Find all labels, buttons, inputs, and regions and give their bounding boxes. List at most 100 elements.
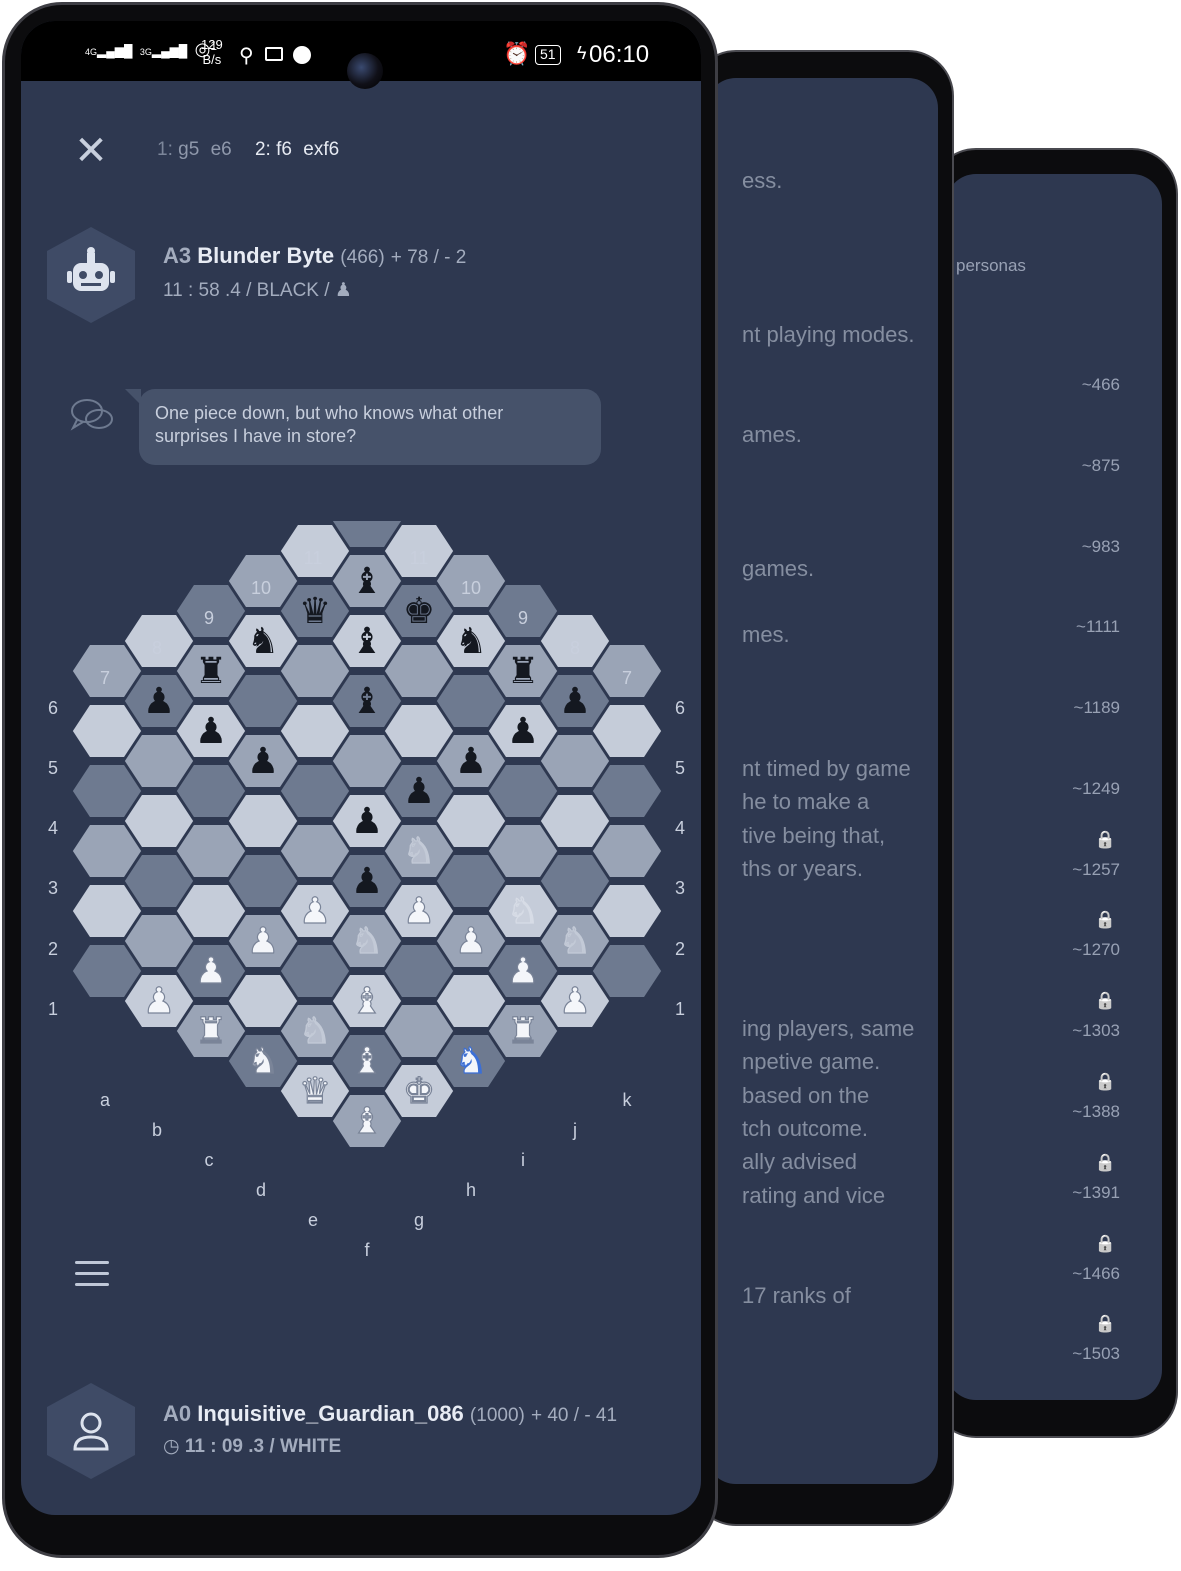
white-piece[interactable]: ♞ — [350, 920, 383, 962]
white-piece[interactable]: ♝ — [350, 1040, 383, 1082]
black-piece[interactable]: ♟ — [351, 861, 383, 902]
player-info: A0 Inquisitive_Guardian_086 (1000) + 40 … — [163, 1401, 617, 1458]
mode-description-line: ess. — [742, 168, 783, 193]
chat-icon[interactable] — [69, 395, 117, 435]
hex-chess-board[interactable]: ♝ ♝ ♝ ♛ ♚ ♞ ♞ ♜ ♜ ♟ ♟ ♟ ♟ ♟ ♟ ♟ ♟ ♟ ♝ ♝ ♝ ♛ ♚ ♞ ♞ ♜ ♜ ♟ ♟ ♟ ♟ ♟ ♟ ♟ ♟ ♞ ♞ ♞ ♞ ♞… — [21, 521, 701, 1261]
lock-icon: 🔒 — [1094, 910, 1116, 929]
chat-bubble: One piece down, but who knows what other… — [139, 389, 601, 465]
white-piece[interactable]: ♜ — [194, 1010, 227, 1052]
net2-label: 3G — [139, 47, 152, 57]
black-piece[interactable]: ♟ — [247, 741, 279, 782]
white-piece[interactable]: ♟ — [506, 950, 539, 992]
battery-indicator: 51 — [535, 45, 561, 65]
black-piece[interactable]: ♝ — [351, 561, 383, 602]
persona-rating[interactable]: ~1391 — [1072, 1183, 1120, 1203]
persona-rating[interactable]: ~1257 — [1072, 860, 1120, 880]
mode-description-line: rating and vice — [742, 1183, 886, 1208]
battery-value: 51 — [540, 46, 556, 62]
rank-label-left: 11 — [304, 548, 323, 568]
white-piece[interactable]: ♚ — [402, 1070, 435, 1112]
white-piece[interactable]: ♟ — [142, 980, 175, 1022]
lock-icon: 🔒 — [1094, 1153, 1116, 1172]
white-piece[interactable]: ♞ — [246, 1040, 279, 1082]
mode-description-line: he to make a — [742, 789, 870, 814]
persona-rating[interactable]: ~1270 — [1072, 940, 1120, 960]
persona-rating[interactable]: ~1189 — [1074, 698, 1120, 718]
white-piece[interactable]: ♞ — [454, 1040, 487, 1082]
white-piece[interactable]: ♞ — [298, 1010, 331, 1052]
opponent-rank: A3 — [163, 243, 192, 268]
mode-description-line: ing players, same — [742, 1016, 915, 1041]
speed-value: 129 — [201, 37, 223, 52]
persona-rating[interactable]: ~1303 — [1072, 1021, 1120, 1041]
white-piece[interactable]: ♟ — [558, 980, 591, 1022]
mode-description-line: ally advised — [742, 1149, 857, 1174]
move-1-white[interactable]: g5 — [178, 139, 199, 160]
black-piece[interactable]: ♚ — [403, 591, 435, 632]
persona-rating[interactable]: ~1388 — [1072, 1102, 1120, 1122]
black-piece[interactable]: ♝ — [351, 681, 383, 722]
player-rating: (1000) — [469, 1405, 525, 1426]
persona-rating[interactable]: ~983 — [1082, 537, 1120, 557]
mode-description-line: tch outcome. — [742, 1116, 868, 1141]
robot-icon — [67, 247, 115, 291]
persona-rating[interactable]: ~1249 — [1072, 779, 1120, 799]
game-screen: 4G▂▄▆█ 3G▂▄▆█ ◎1 129 B/s ⚲ ⏰ 51 ϟ 06:10 … — [21, 21, 701, 1515]
mode-description-line: mes. — [742, 622, 790, 647]
black-piece[interactable]: ♟ — [143, 681, 175, 722]
white-piece[interactable]: ♞ — [506, 890, 539, 932]
black-piece[interactable]: ♟ — [455, 741, 487, 782]
opponent-name: Blunder Byte — [197, 243, 335, 268]
file-label: f — [364, 1240, 370, 1260]
persona-rating[interactable]: ~1466 — [1072, 1264, 1120, 1284]
file-label: k — [623, 1090, 633, 1110]
move-history[interactable]: 1: g5 e6 2: f6 exf6 — [157, 139, 339, 161]
persona-rating[interactable]: ~1111 — [1076, 617, 1120, 637]
white-piece[interactable]: ♟ — [298, 890, 331, 932]
persona-rating[interactable]: ~1503 — [1072, 1344, 1120, 1364]
player-clock: 11 : 09 .3 — [184, 1436, 265, 1457]
move-2-white[interactable]: f6 — [276, 139, 292, 160]
white-piece[interactable]: ♝ — [350, 980, 383, 1022]
black-piece[interactable]: ♟ — [559, 681, 591, 722]
black-piece[interactable]: ♞ — [247, 621, 279, 662]
white-piece[interactable]: ♞ — [402, 830, 435, 872]
black-piece[interactable]: ♝ — [351, 621, 383, 662]
mode-description-line: ths or years. — [742, 856, 864, 881]
persona-rating[interactable]: ~466 — [1082, 375, 1120, 395]
opponent-avatar[interactable] — [47, 227, 135, 323]
menu-icon[interactable] — [75, 1261, 109, 1291]
white-piece[interactable]: ♟ — [454, 920, 487, 962]
move-2-number: 2: — [254, 139, 271, 160]
player-avatar[interactable] — [47, 1383, 135, 1479]
black-piece[interactable]: ♛ — [299, 591, 331, 632]
black-piece[interactable]: ♟ — [403, 771, 435, 812]
move-2-black[interactable]: exf6 — [303, 139, 339, 160]
close-icon[interactable]: ✕ — [73, 131, 109, 171]
white-piece[interactable]: ♟ — [246, 920, 279, 962]
rank-label-left: 8 — [152, 638, 162, 658]
lock-icon: 🔒 — [1094, 991, 1116, 1010]
white-piece[interactable]: ♛ — [298, 1070, 331, 1112]
white-piece[interactable]: ♟ — [402, 890, 435, 932]
black-piece[interactable]: ♞ — [455, 621, 487, 662]
white-piece[interactable]: ♝ — [350, 1100, 383, 1142]
black-piece[interactable]: ♟ — [507, 711, 539, 752]
gallery-icon — [265, 47, 283, 61]
rank-label-right: 1 — [675, 999, 685, 1019]
rank-label-right: 6 — [675, 698, 685, 718]
white-piece[interactable]: ♞ — [558, 920, 591, 962]
black-piece[interactable]: ♜ — [195, 651, 227, 692]
black-piece[interactable]: ♟ — [351, 801, 383, 842]
move-1-black[interactable]: e6 — [211, 139, 232, 160]
black-piece[interactable]: ♟ — [195, 711, 227, 752]
white-piece[interactable]: ♜ — [506, 1010, 539, 1052]
white-piece[interactable]: ♟ — [194, 950, 227, 992]
rank-label-right: 2 — [675, 939, 685, 959]
rank-label-left: 3 — [48, 878, 58, 898]
black-piece[interactable]: ♜ — [507, 651, 539, 692]
file-label: h — [466, 1180, 476, 1200]
persona-rating[interactable]: ~875 — [1082, 456, 1120, 476]
mode-description-line: nt timed by game — [742, 756, 911, 781]
player-record: + 40 / - 41 — [530, 1405, 618, 1426]
